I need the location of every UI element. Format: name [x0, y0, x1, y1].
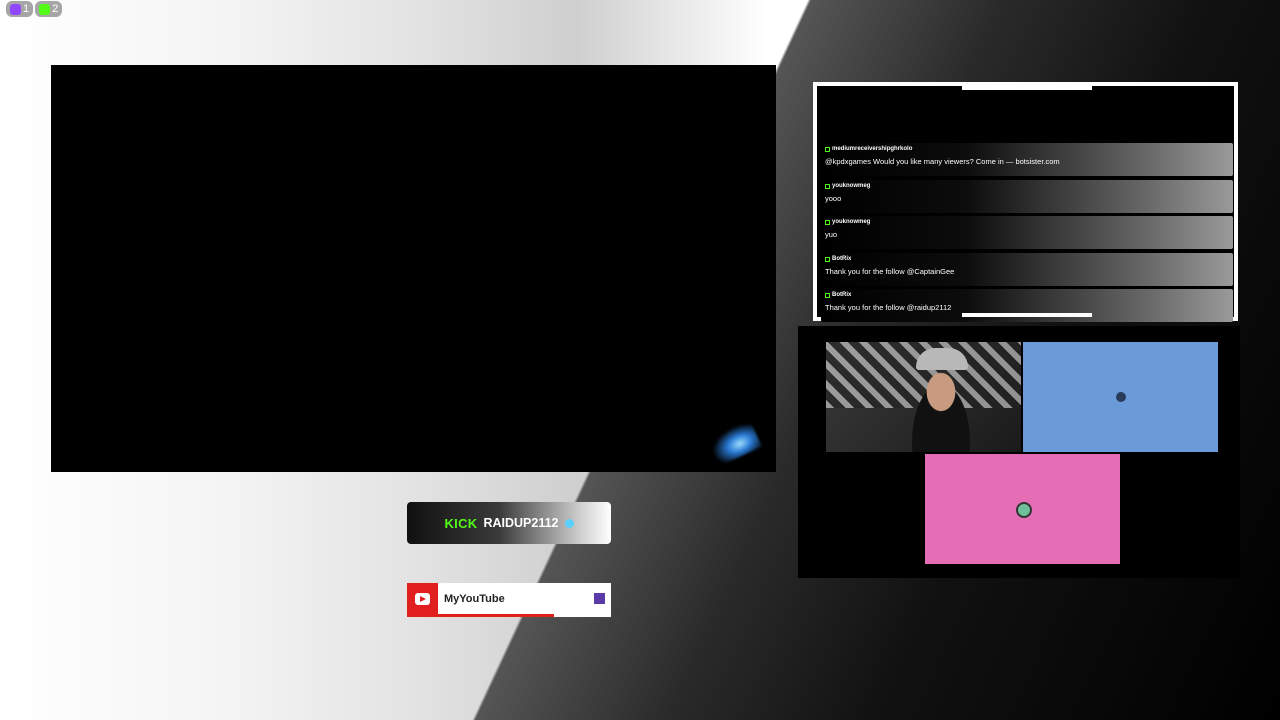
- chat-message: BotRix Thank you for the follow @Captain…: [821, 253, 1233, 286]
- chat-message: mediumreceivershipghrkolo @kpdxgames Wou…: [821, 143, 1233, 176]
- user-badge-icon: [825, 183, 830, 189]
- user-badge-icon: [825, 292, 830, 298]
- youtube-label: MyYouTube: [444, 593, 505, 605]
- youtube-logo-block: [407, 583, 438, 617]
- chat-message: youknowmeg yooo: [821, 180, 1233, 213]
- guest-cam-blue: [1023, 342, 1218, 452]
- twitch-badge[interactable]: 1: [6, 1, 34, 17]
- guest-cam-pink: [925, 454, 1120, 564]
- youtube-card: MyYouTube: [407, 583, 611, 617]
- chat-username: youknowmeg: [825, 219, 870, 225]
- chat-text: yooo: [825, 194, 842, 203]
- kick-count: 2: [52, 3, 59, 15]
- chat-username: BotRix: [825, 292, 851, 298]
- chat-text: @kpdxgames Would you like many viewers? …: [825, 157, 1060, 166]
- chat-text: Thank you for the follow @raidup2112: [825, 303, 952, 312]
- game-capture: [51, 65, 776, 472]
- purple-square-icon: [594, 593, 605, 604]
- kick-channel-name: RAIDUP2112: [483, 516, 559, 530]
- guest-avatar-icon: [1015, 502, 1032, 518]
- verified-icon: [564, 518, 574, 528]
- kick-badge[interactable]: 2: [35, 1, 63, 17]
- chat-text: yuo: [825, 230, 838, 239]
- user-badge-icon: [825, 256, 830, 262]
- chat-message: BotRix Thank you for the follow @raidup2…: [821, 289, 1233, 322]
- twitch-count: 1: [23, 3, 30, 15]
- chat-top-notch: [962, 86, 1092, 90]
- user-badge-icon: [825, 219, 830, 225]
- youtube-underline: [407, 614, 554, 617]
- chat-box: mediumreceivershipghrkolo @kpdxgames Wou…: [813, 82, 1238, 322]
- webcam-panel: [798, 326, 1240, 578]
- streamer-webcam: [826, 342, 1021, 452]
- user-badge-icon: [825, 146, 830, 152]
- chat-bottom-notch: [962, 313, 1092, 317]
- cap: [916, 348, 968, 370]
- chat-message: youknowmeg yuo: [821, 216, 1233, 249]
- kick-logo: KICK: [444, 515, 478, 531]
- guest-avatar-icon: [1115, 392, 1126, 402]
- blue-sparkle-effect: [705, 419, 763, 467]
- twitch-icon: [10, 3, 21, 15]
- kick-icon: [39, 3, 51, 15]
- chat-text: Thank you for the follow @CaptainGee: [825, 267, 955, 276]
- kick-channel-card: KICK RAIDUP2112: [407, 502, 611, 544]
- platform-badges: 1 2: [6, 1, 63, 17]
- youtube-play-icon: [415, 593, 430, 605]
- chat-username: youknowmeg: [825, 183, 870, 189]
- chat-username: mediumreceivershipghrkolo: [825, 146, 912, 152]
- chat-username: BotRix: [825, 256, 851, 262]
